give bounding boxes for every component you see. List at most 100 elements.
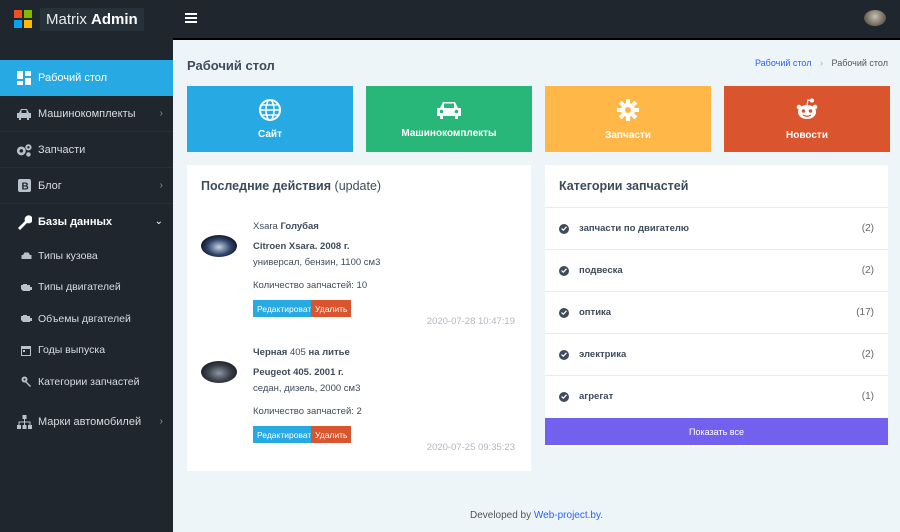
key-icon [20,376,32,388]
engine-icon [20,281,32,293]
gear-icon [617,98,639,121]
recent-activity-card: Последние действия (update) Xsara Голуба… [187,165,531,471]
tile-car-kits[interactable]: Машинокомплекты [366,86,532,152]
sidebar-subitem-years[interactable]: Годы выпуска [0,335,173,367]
check-circle-icon [559,265,569,276]
sidebar-subitem-body-types[interactable]: Типы кузова [0,240,173,272]
footer-link[interactable]: Web-project.by. [534,510,603,521]
tile-label: Новости [786,129,828,141]
activity-specs: седан, дизель, 2000 см3 [253,383,361,394]
tile-label: Запчасти [605,129,651,141]
car-icon [16,106,32,122]
category-row[interactable]: оптика (17) [545,291,888,333]
sidebar-item-label: Базы данных [38,216,112,228]
calendar-icon [20,344,32,356]
tile-label: Машинокомплекты [401,127,497,139]
page-title: Рабочий стол [187,58,275,73]
category-name: оптика [579,307,612,318]
sidebar-item-parts[interactable]: Запчасти [0,132,173,168]
category-row[interactable]: агрегат (1) [545,375,888,417]
tile-news[interactable]: Новости [724,86,890,152]
chevron-right-icon: › [159,415,163,427]
sidebar-subitem-part-categories[interactable]: Категории запчастей [0,366,173,398]
category-name: агрегат [579,391,614,402]
activity-parts-count: Количество запчастей: 2 [253,406,362,417]
category-row[interactable]: подвеска (2) [545,249,888,291]
menu-toggle-icon[interactable] [185,13,197,23]
logo[interactable]: Matrix Admin [0,0,173,38]
check-circle-icon [559,307,569,318]
sidebar-item-blog[interactable]: B Блог › [0,168,173,204]
avatar[interactable] [864,10,886,26]
recent-activity-title-suffix: (update) [334,179,382,193]
chevron-right-icon: › [159,180,163,191]
reddit-icon [796,98,818,119]
dashboard-icon [16,70,32,86]
activity-specs: универсал, бензин, 1100 см3 [253,257,381,268]
sidebar-subitem-label: Типы двигателей [38,281,121,294]
sidebar-subitem-engine-types[interactable]: Типы двигателей [0,272,173,304]
category-count: (2) [861,349,874,360]
category-name: электрика [579,349,627,360]
sidebar-item-dashboard[interactable]: Рабочий стол [0,60,173,96]
category-count: (17) [856,307,874,318]
delete-button[interactable]: Удалить [311,426,352,443]
activity-model: Citroen Xsara. 2008 г. [253,241,350,252]
engine-volume-icon [20,313,32,325]
part-categories-title: Категории запчастей [559,179,689,193]
sidebar-subitem-label: Объемы двгателей [38,312,131,325]
check-circle-icon [559,223,569,234]
car-icon [437,101,461,119]
car-thumbnail[interactable] [201,235,237,257]
edit-button[interactable]: Редактировать [253,300,311,317]
breadcrumb-home-link[interactable]: Рабочий стол [755,58,812,68]
breadcrumb-separator: › [819,58,823,68]
part-categories-card: Категории запчастей запчасти по двигател… [545,165,888,447]
logo-text-bold: Admin [91,10,138,28]
tile-parts[interactable]: Запчасти [545,86,711,152]
sidebar-item-label: Рабочий стол [38,72,108,84]
logo-text-light: Matrix [46,10,87,28]
blogger-icon: B [16,178,32,194]
chevron-down-icon: ⌄ [154,216,163,227]
check-circle-icon [559,349,569,360]
footer-text: Developed by [469,510,532,521]
logo-icon [14,10,32,28]
activity-title[interactable]: Черная 405 на литье [253,347,523,358]
category-row[interactable]: запчасти по двигателю (2) [545,207,888,249]
activity-item: Xsara Голубая Citroen Xsara. 2008 г. уни… [201,221,519,331]
sidebar-item-databases[interactable]: Базы данных ⌄ [0,204,173,240]
sidebar-item-car-brands[interactable]: Марки автомобилей › [0,404,173,440]
chevron-right-icon: › [159,108,163,119]
tile-label: Сайт [258,128,282,140]
delete-button[interactable]: Удалить [311,300,352,317]
sidebar-subitem-label: Годы выпуска [38,344,106,357]
category-count: (1) [861,391,874,402]
sidebar-subitem-label: Категории запчастей [38,375,140,388]
category-count: (2) [861,223,874,234]
sidebar-item-label: Машинокомплекты [38,107,136,120]
activity-timestamp: 2020-07-25 09:35:23 [426,442,515,453]
category-row[interactable]: электрика (2) [545,333,888,375]
tile-site[interactable]: Сайт [187,86,353,152]
car-small-icon [20,250,32,262]
category-count: (2) [861,265,874,276]
svg-text:B: B [21,182,28,193]
activity-title[interactable]: Xsara Голубая [253,221,523,232]
edit-button[interactable]: Редактировать [253,426,311,443]
category-name: запчасти по двигателю [579,223,690,234]
sidebar-item-label: Марки автомобилей [38,415,142,428]
sidebar-item-label: Запчасти [38,143,86,156]
topbar [173,0,900,40]
footer: Developed by Web-project.by. [173,510,900,521]
check-circle-icon [559,391,569,402]
sidebar-subitem-engine-volumes[interactable]: Объемы двгателей [0,303,173,335]
recent-activity-title: Последние действия (update) [201,179,382,193]
sidebar-item-car-kits[interactable]: Машинокомплекты › [0,96,173,132]
activity-item: Черная 405 на литье Peugeot 405. 2001 г.… [201,347,519,457]
gears-icon [16,142,32,158]
sidebar-subitem-label: Типы кузова [38,249,98,262]
car-thumbnail[interactable] [201,361,237,383]
category-name: подвеска [579,265,623,276]
show-all-button[interactable]: Показать все [545,418,888,445]
